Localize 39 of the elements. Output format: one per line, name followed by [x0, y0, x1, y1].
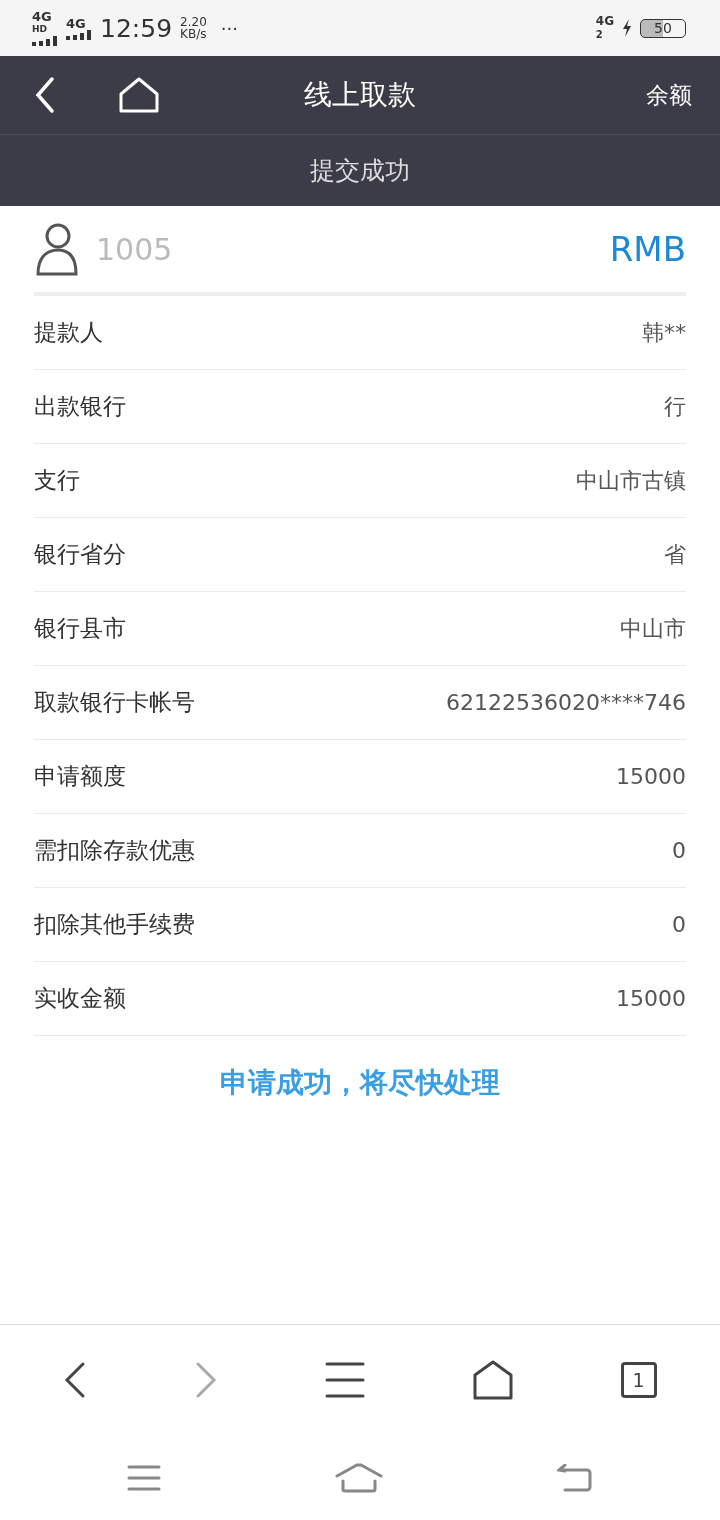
return-icon[interactable] — [557, 1463, 593, 1492]
field-value: 62122536020****746 — [446, 690, 686, 715]
signal-label: 4G — [66, 16, 92, 40]
field-label: 银行省分 — [34, 540, 126, 569]
field-value: 中山市 — [620, 614, 686, 643]
field-value: 0 — [672, 838, 686, 863]
balance-link[interactable]: 余额 — [646, 79, 692, 111]
battery-level: 50 — [640, 18, 686, 38]
field-value: 15000 — [616, 764, 686, 789]
field-label: 申请额度 — [34, 762, 126, 791]
field-label: 取款银行卡帐号 — [34, 688, 195, 717]
field-label: 实收金额 — [34, 984, 126, 1013]
network-speed: 2.20 KB/s — [180, 16, 207, 40]
field-value: 15000 — [616, 986, 686, 1011]
user-icon — [34, 222, 78, 276]
field-label: 需扣除存款优惠 — [34, 836, 195, 865]
field-value: 省 — [664, 540, 686, 569]
field-value: 中山市古镇 — [576, 466, 686, 495]
field-value: 行 — [664, 392, 686, 421]
clock: 12:59 — [100, 13, 173, 43]
tabs-button[interactable]: 1 — [620, 1362, 657, 1398]
status-title: 提交成功 — [310, 155, 410, 187]
field-value: 0 — [672, 912, 686, 937]
success-message: 申请成功，将尽快处理 — [220, 1066, 500, 1099]
home-icon[interactable] — [471, 1360, 514, 1400]
field-label: 扣除其他手续费 — [34, 910, 195, 939]
signal-icon — [32, 36, 58, 46]
field-label: 银行县市 — [34, 614, 126, 643]
currency-label: RMB — [609, 229, 686, 269]
more-indicator: ··· — [220, 17, 238, 39]
page-title: 线上取款 — [304, 78, 416, 111]
username: 1005 — [96, 231, 173, 267]
field-label: 支行 — [34, 466, 80, 495]
signal-icon — [66, 29, 92, 40]
charging-icon — [622, 19, 632, 37]
field-label: 出款银行 — [34, 392, 126, 421]
field-label: 提款人 — [34, 318, 103, 347]
field-value: 韩** — [642, 318, 686, 347]
menu-icon[interactable] — [325, 1361, 365, 1399]
